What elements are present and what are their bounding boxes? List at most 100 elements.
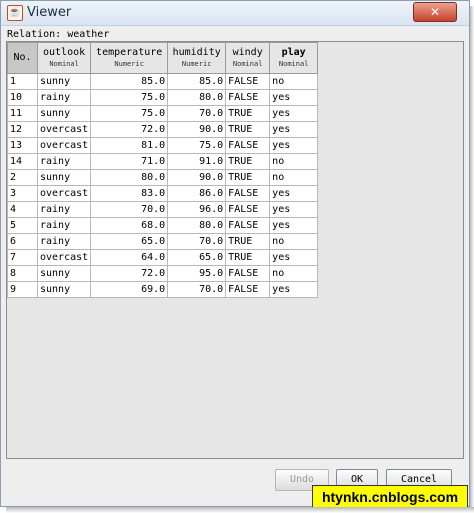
table-cell[interactable]: no	[269, 153, 319, 170]
table-cell[interactable]: yes	[269, 121, 319, 138]
table-row[interactable]: 5 rainy 68.0 80.0 FALSE yes	[7, 217, 319, 234]
table-row[interactable]: 10 rainy 75.0 80.0 FALSE yes	[7, 89, 319, 106]
column-header-humidity[interactable]: humidity Numeric	[167, 42, 227, 74]
close-button[interactable]: ✕	[413, 2, 457, 22]
table-cell[interactable]: rainy	[36, 89, 92, 106]
table-cell[interactable]: yes	[269, 89, 319, 106]
table-cell[interactable]: yes	[269, 217, 319, 234]
table-cell[interactable]: TRUE	[225, 249, 271, 266]
table-cell[interactable]: FALSE	[225, 265, 271, 282]
table-cell[interactable]: sunny	[36, 281, 92, 298]
table-row[interactable]: 13 overcast 81.0 75.0 FALSE yes	[7, 137, 319, 154]
table-cell[interactable]: overcast	[36, 185, 92, 202]
table-cell[interactable]: FALSE	[225, 89, 271, 106]
table-row[interactable]: 8 sunny 72.0 95.0 FALSE no	[7, 265, 319, 282]
table-cell[interactable]: 81.0	[90, 137, 169, 154]
table-cell[interactable]: overcast	[36, 249, 92, 266]
table-cell[interactable]: sunny	[36, 73, 92, 90]
data-table-viewport[interactable]: No. outlook Nominal temperature Numeric …	[6, 41, 464, 459]
table-cell[interactable]: rainy	[36, 201, 92, 218]
table-row[interactable]: 9 sunny 69.0 70.0 FALSE yes	[7, 281, 319, 298]
table-cell[interactable]: overcast	[36, 121, 92, 138]
table-cell[interactable]: 80.0	[90, 169, 169, 186]
table-row[interactable]: 2 sunny 80.0 90.0 TRUE no	[7, 169, 319, 186]
column-header-temperature[interactable]: temperature Numeric	[90, 42, 169, 74]
column-header-index[interactable]: No.	[7, 42, 38, 74]
row-index-cell[interactable]: 5	[7, 217, 38, 234]
table-cell[interactable]: FALSE	[225, 281, 271, 298]
table-row[interactable]: 12 overcast 72.0 90.0 TRUE yes	[7, 121, 319, 138]
table-cell[interactable]: rainy	[36, 153, 92, 170]
table-cell[interactable]: sunny	[36, 265, 92, 282]
row-index-cell[interactable]: 1	[7, 73, 38, 90]
table-cell[interactable]: FALSE	[225, 201, 271, 218]
table-cell[interactable]: 70.0	[167, 233, 227, 250]
table-cell[interactable]: FALSE	[225, 185, 271, 202]
table-cell[interactable]: rainy	[36, 233, 92, 250]
table-cell[interactable]: no	[269, 233, 319, 250]
row-index-cell[interactable]: 2	[7, 169, 38, 186]
table-cell[interactable]: yes	[269, 185, 319, 202]
table-cell[interactable]: 91.0	[167, 153, 227, 170]
table-cell[interactable]: TRUE	[225, 153, 271, 170]
table-cell[interactable]: 75.0	[90, 89, 169, 106]
table-cell[interactable]: 75.0	[167, 137, 227, 154]
table-cell[interactable]: 71.0	[90, 153, 169, 170]
table-cell[interactable]: sunny	[36, 105, 92, 122]
table-cell[interactable]: 95.0	[167, 265, 227, 282]
table-cell[interactable]: 75.0	[90, 105, 169, 122]
table-cell[interactable]: 68.0	[90, 217, 169, 234]
table-row[interactable]: 6 rainy 65.0 70.0 TRUE no	[7, 233, 319, 250]
table-row[interactable]: 3 overcast 83.0 86.0 FALSE yes	[7, 185, 319, 202]
row-index-cell[interactable]: 4	[7, 201, 38, 218]
row-index-cell[interactable]: 12	[7, 121, 38, 138]
table-row[interactable]: 4 rainy 70.0 96.0 FALSE yes	[7, 201, 319, 218]
table-cell[interactable]: no	[269, 265, 319, 282]
table-cell[interactable]: yes	[269, 281, 319, 298]
table-cell[interactable]: TRUE	[225, 121, 271, 138]
table-cell[interactable]: 85.0	[90, 73, 169, 90]
row-index-cell[interactable]: 3	[7, 185, 38, 202]
table-cell[interactable]: FALSE	[225, 217, 271, 234]
table-cell[interactable]: TRUE	[225, 233, 271, 250]
column-header-play[interactable]: play Nominal	[269, 42, 319, 74]
table-cell[interactable]: no	[269, 73, 319, 90]
table-cell[interactable]: yes	[269, 137, 319, 154]
table-cell[interactable]: 69.0	[90, 281, 169, 298]
row-index-cell[interactable]: 13	[7, 137, 38, 154]
table-cell[interactable]: FALSE	[225, 137, 271, 154]
row-index-cell[interactable]: 7	[7, 249, 38, 266]
table-cell[interactable]: 80.0	[167, 89, 227, 106]
table-cell[interactable]: 80.0	[167, 217, 227, 234]
table-cell[interactable]: 85.0	[167, 73, 227, 90]
table-cell[interactable]: FALSE	[225, 73, 271, 90]
title-bar[interactable]: ☕ Viewer ✕	[1, 1, 469, 26]
table-cell[interactable]: 65.0	[167, 249, 227, 266]
table-cell[interactable]: overcast	[36, 137, 92, 154]
row-index-cell[interactable]: 10	[7, 89, 38, 106]
table-cell[interactable]: yes	[269, 105, 319, 122]
row-index-cell[interactable]: 14	[7, 153, 38, 170]
table-cell[interactable]: 90.0	[167, 169, 227, 186]
row-index-cell[interactable]: 11	[7, 105, 38, 122]
row-index-cell[interactable]: 6	[7, 233, 38, 250]
column-header-outlook[interactable]: outlook Nominal	[36, 42, 92, 74]
table-cell[interactable]: 96.0	[167, 201, 227, 218]
table-row[interactable]: 11 sunny 75.0 70.0 TRUE yes	[7, 105, 319, 122]
table-cell[interactable]: TRUE	[225, 105, 271, 122]
table-cell[interactable]: 65.0	[90, 233, 169, 250]
table-cell[interactable]: 64.0	[90, 249, 169, 266]
table-cell[interactable]: sunny	[36, 169, 92, 186]
table-cell[interactable]: no	[269, 169, 319, 186]
table-row[interactable]: 7 overcast 64.0 65.0 TRUE yes	[7, 249, 319, 266]
table-cell[interactable]: 90.0	[167, 121, 227, 138]
table-cell[interactable]: 72.0	[90, 265, 169, 282]
table-row[interactable]: 1 sunny 85.0 85.0 FALSE no	[7, 73, 319, 90]
table-cell[interactable]: TRUE	[225, 169, 271, 186]
table-row[interactable]: 14 rainy 71.0 91.0 TRUE no	[7, 153, 319, 170]
table-cell[interactable]: 72.0	[90, 121, 169, 138]
table-cell[interactable]: rainy	[36, 217, 92, 234]
table-cell[interactable]: 86.0	[167, 185, 227, 202]
column-header-windy[interactable]: windy Nominal	[225, 42, 271, 74]
table-cell[interactable]: 83.0	[90, 185, 169, 202]
